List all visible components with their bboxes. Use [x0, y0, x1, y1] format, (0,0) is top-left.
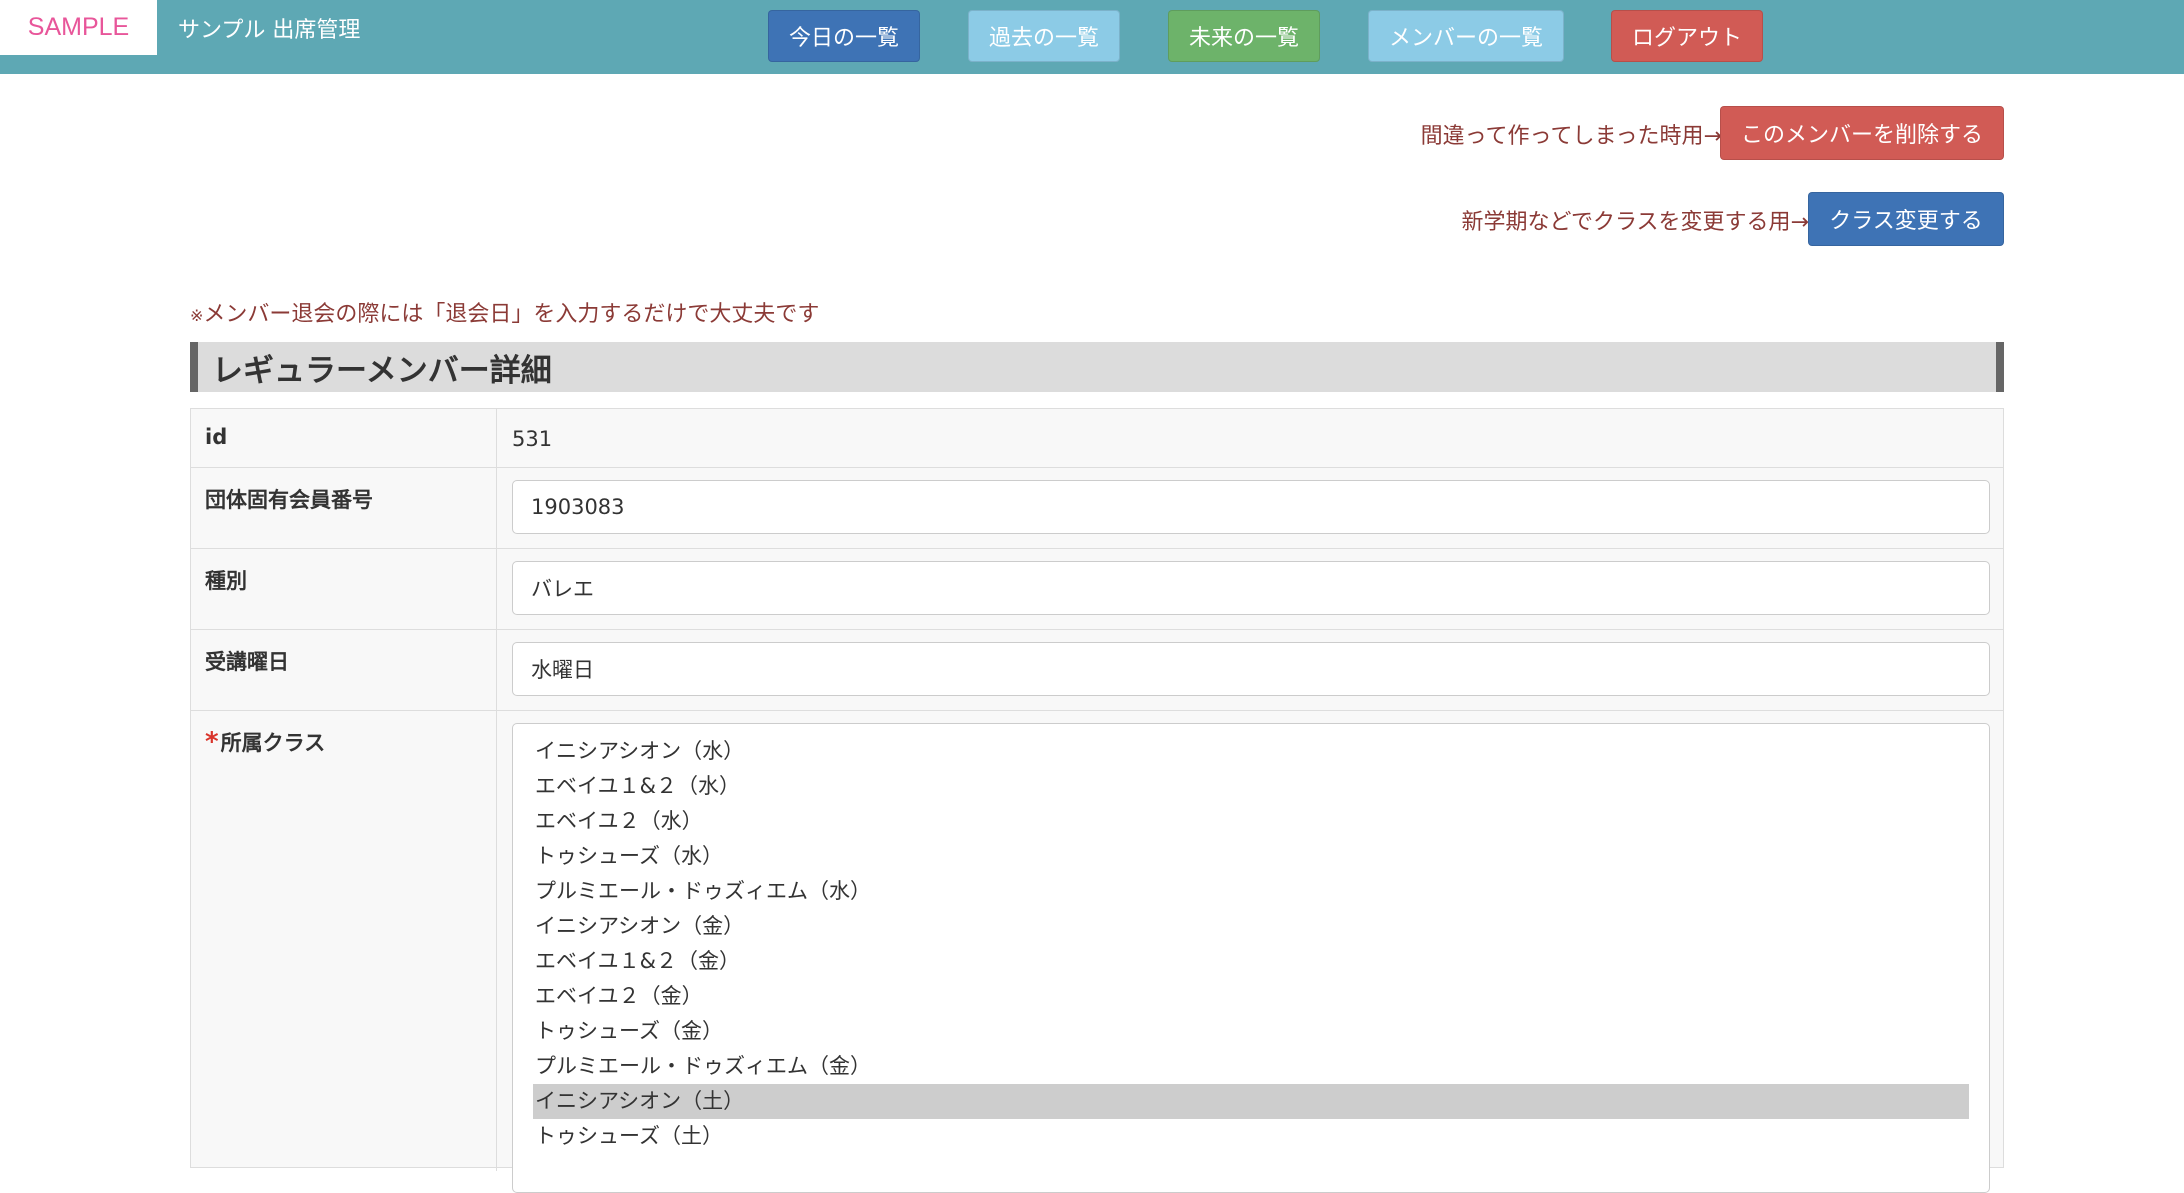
id-label: id [191, 409, 497, 467]
change-class-button[interactable]: クラス変更する [1808, 192, 2004, 246]
weekday-label: 受講曜日 [191, 630, 497, 710]
class-option[interactable]: トゥシューズ（金） [533, 1014, 1969, 1049]
class-option[interactable]: トゥシューズ（水） [533, 839, 1969, 874]
future-list-button[interactable]: 未来の一覧 [1168, 10, 1320, 62]
id-value: 531 [512, 427, 553, 451]
table-row-weekday: 受講曜日 水曜日 [191, 630, 2003, 711]
table-row-id: id 531 [191, 409, 2003, 468]
logout-button[interactable]: ログアウト [1611, 10, 1763, 62]
class-option[interactable]: イニシアシオン（金） [533, 909, 1969, 944]
class-label: 所属クラス [220, 731, 326, 755]
class-option[interactable]: プルミエール・ドゥズィエム（金） [533, 1049, 1969, 1084]
top-navbar: SAMPLE サンプル 出席管理 今日の一覧 過去の一覧 未来の一覧 メンバーの… [0, 0, 2184, 74]
weekday-cell: 水曜日 [498, 630, 2003, 710]
table-row-class: *所属クラス イニシアシオン（水） エベイユ１&２（水） エベイユ２（水） トゥシュー… [191, 711, 2003, 1193]
id-value-cell: 531 [498, 409, 2003, 467]
member-number-cell: 1903083 [498, 468, 2003, 548]
table-row-kind: 種別 バレエ [191, 549, 2003, 630]
class-option[interactable]: エベイユ２（金） [533, 979, 1969, 1014]
class-option[interactable]: エベイユ１&２（金） [533, 944, 1969, 979]
class-option[interactable]: イニシアシオン（土） [533, 1084, 1969, 1119]
note-mark: ※ [190, 306, 204, 325]
member-detail-table: id 531 団体固有会員番号 1903083 種別 バレエ 受講曜日 水曜日 … [190, 408, 2004, 1193]
delete-hint: 間違って作ってしまった時用→ [1420, 124, 1722, 149]
class-select-list[interactable]: イニシアシオン（水） エベイユ１&２（水） エベイユ２（水） トゥシューズ（水） プルミ… [512, 723, 1990, 1193]
class-option[interactable]: イニシアシオン（水） [533, 734, 1969, 769]
class-label-cell: *所属クラス [191, 711, 497, 1171]
section-title: レギュラーメンバー詳細 [190, 342, 2004, 392]
delete-member-button[interactable]: このメンバーを削除する [1720, 106, 2004, 160]
kind-cell: バレエ [498, 549, 2003, 629]
member-number-input[interactable]: 1903083 [512, 480, 1990, 534]
class-option[interactable]: エベイユ１&２（水） [533, 769, 1969, 804]
class-option[interactable]: トゥシューズ（土） [533, 1119, 1969, 1154]
today-list-button[interactable]: 今日の一覧 [768, 10, 920, 62]
member-list-button[interactable]: メンバーの一覧 [1368, 10, 1564, 62]
withdrawal-note: ※メンバー退会の際には「退会日」を入力するだけで大丈夫です [190, 296, 819, 328]
member-number-label: 団体固有会員番号 [191, 468, 497, 548]
class-option[interactable]: プルミエール・ドゥズィエム（水） [533, 874, 1969, 909]
app-title: サンプル 出席管理 [178, 18, 361, 43]
class-option[interactable]: エベイユ２（水） [533, 804, 1969, 839]
weekday-input[interactable]: 水曜日 [512, 642, 1990, 696]
class-cell: イニシアシオン（水） エベイユ１&２（水） エベイユ２（水） トゥシューズ（水） プルミ… [498, 711, 2003, 1193]
logo[interactable]: SAMPLE [0, 0, 157, 55]
required-mark: * [205, 727, 219, 757]
table-row-member-number: 団体固有会員番号 1903083 [191, 468, 2003, 549]
past-list-button[interactable]: 過去の一覧 [968, 10, 1120, 62]
kind-input[interactable]: バレエ [512, 561, 1990, 615]
note-text: メンバー退会の際には「退会日」を入力するだけで大丈夫です [203, 302, 820, 327]
kind-label: 種別 [191, 549, 497, 629]
change-class-hint: 新学期などでクラスを変更する用→ [1461, 210, 1809, 235]
